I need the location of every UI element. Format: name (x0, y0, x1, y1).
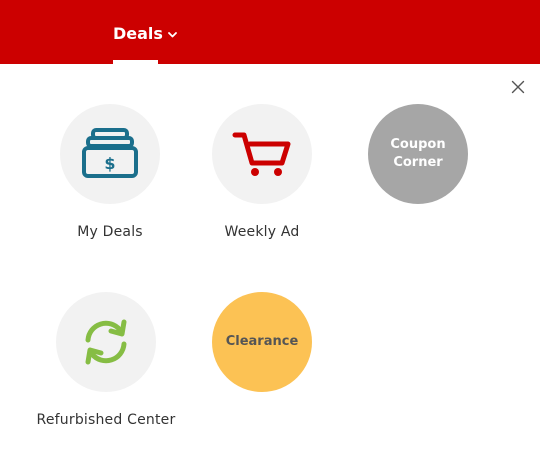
refurbished-center-circle (56, 292, 156, 392)
svg-text:$: $ (104, 154, 115, 173)
clearance-tile[interactable]: Clearance (182, 292, 342, 392)
cart-icon (232, 132, 291, 176)
coupon-corner-circle: Coupon Corner (368, 104, 468, 204)
clearance-circle: Clearance (212, 292, 312, 392)
coupon-corner-line2: Corner (393, 155, 443, 170)
my-deals-circle: $ (60, 104, 160, 204)
active-nav-indicator (113, 60, 158, 64)
coupon-corner-tile[interactable]: Coupon Corner (338, 104, 498, 204)
coupon-corner-line1: Coupon (390, 137, 446, 152)
top-nav-bar: Deals (0, 0, 540, 64)
clearance-text: Clearance (225, 334, 299, 349)
refurbished-center-tile[interactable]: Refurbished Center (26, 292, 186, 428)
deals-nav-label: Deals (113, 23, 163, 43)
weekly-ad-tile[interactable]: Weekly Ad (182, 104, 342, 240)
chevron-down-icon (168, 31, 177, 37)
coupon-corner-text: Coupon Corner (390, 136, 445, 172)
weekly-ad-label: Weekly Ad (224, 224, 300, 240)
my-deals-label: My Deals (77, 224, 143, 240)
deals-nav-item[interactable]: Deals (113, 22, 177, 44)
refurbished-center-label: Refurbished Center (36, 412, 176, 428)
my-deals-tile[interactable]: $ My Deals (30, 104, 190, 240)
refresh-icon (85, 319, 127, 365)
close-button[interactable] (508, 77, 528, 97)
deals-stack-icon: $ (82, 128, 138, 178)
close-icon (511, 80, 525, 94)
weekly-ad-circle (212, 104, 312, 204)
